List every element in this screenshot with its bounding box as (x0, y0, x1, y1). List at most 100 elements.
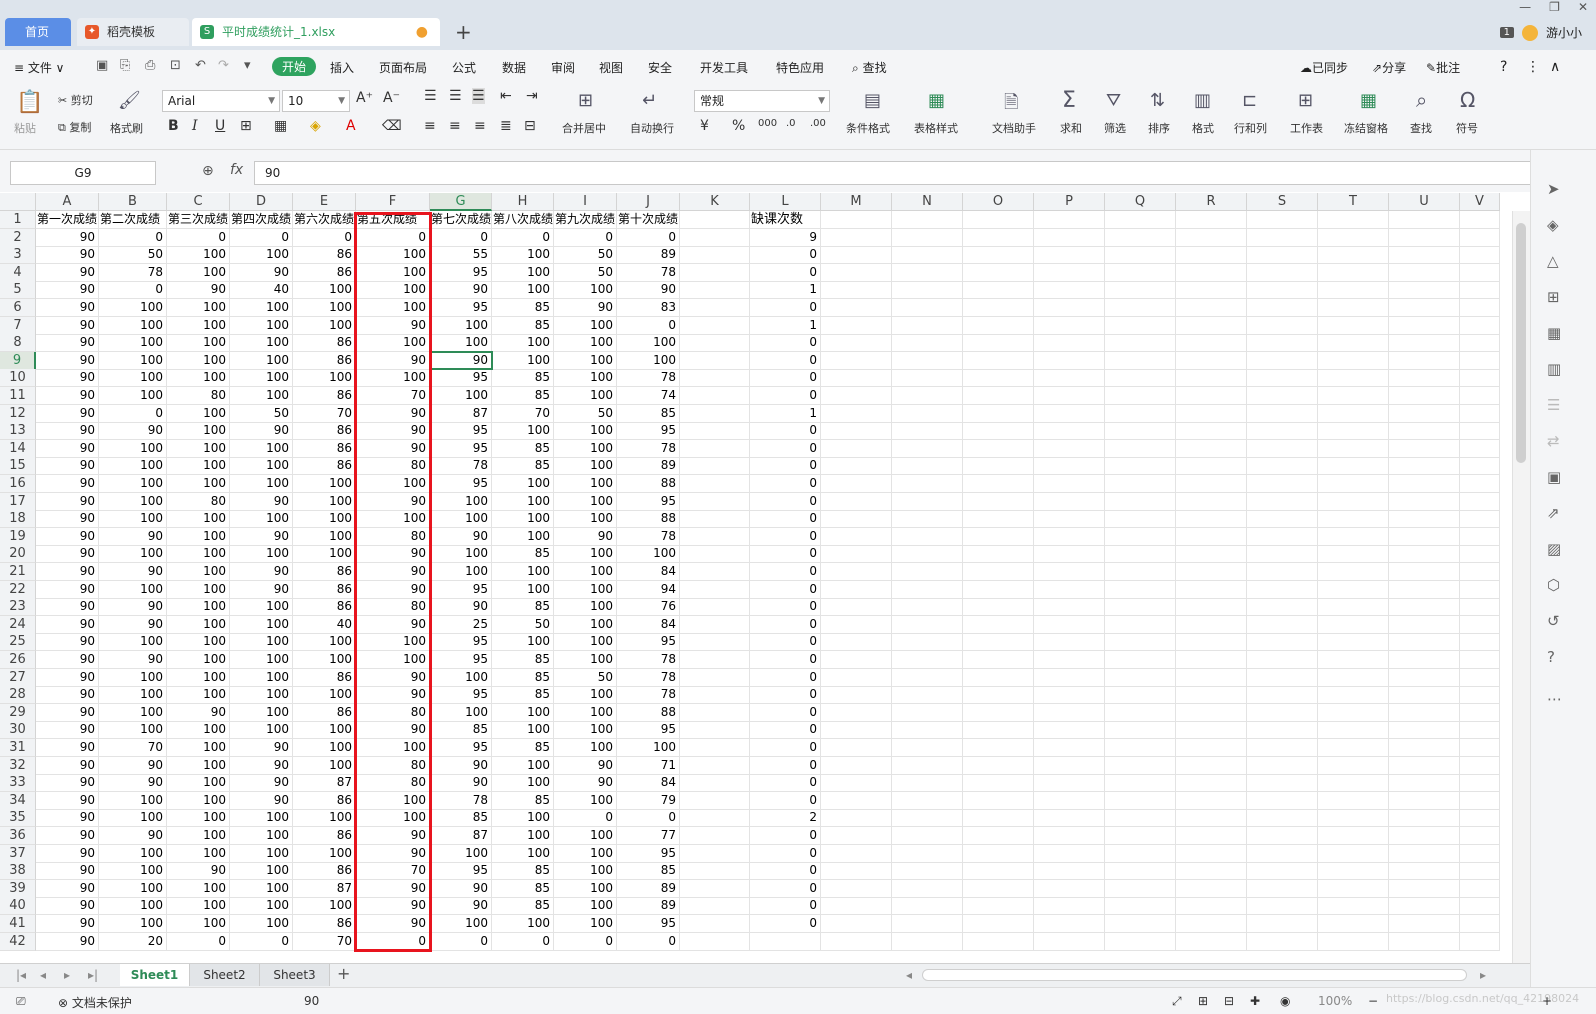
table-cell[interactable] (680, 299, 750, 317)
table-cell[interactable]: 100 (492, 527, 554, 546)
table-cell[interactable] (821, 422, 892, 441)
table-cell[interactable] (821, 369, 892, 388)
table-cell[interactable]: 95 (430, 651, 492, 669)
table-cell[interactable] (1176, 651, 1247, 669)
table-cell[interactable]: 90 (36, 334, 99, 353)
table-cell[interactable] (1318, 862, 1389, 881)
table-cell[interactable] (1318, 897, 1389, 916)
table-cell[interactable] (1034, 739, 1105, 757)
table-cell[interactable]: 100 (430, 334, 492, 353)
header-cell[interactable] (680, 211, 750, 229)
table-cell[interactable]: 100 (167, 369, 230, 388)
table-cell[interactable]: 90 (356, 404, 430, 423)
table-cell[interactable] (1247, 527, 1318, 546)
table-cell[interactable]: 100 (554, 369, 617, 388)
table-cell[interactable] (1176, 580, 1247, 599)
table-cell[interactable] (1247, 598, 1318, 617)
table-cell[interactable] (1318, 299, 1389, 317)
table-cell[interactable]: 90 (430, 527, 492, 546)
table-cell[interactable] (1318, 615, 1389, 634)
table-cell[interactable] (1176, 686, 1247, 705)
table-cell[interactable] (680, 422, 750, 441)
table-cell[interactable]: 85 (492, 651, 554, 669)
table-cell[interactable] (963, 439, 1034, 458)
column-header-g[interactable]: G (430, 193, 492, 211)
table-cell[interactable] (1389, 299, 1460, 317)
table-cell[interactable]: 90 (554, 774, 617, 793)
table-cell[interactable] (1247, 299, 1318, 317)
table-cell[interactable]: 86 (293, 703, 356, 722)
table-cell[interactable]: 70 (293, 404, 356, 423)
header-cell[interactable]: 第三次成绩 (167, 211, 230, 229)
table-cell[interactable] (1318, 369, 1389, 388)
table-cell[interactable] (1318, 334, 1389, 353)
align-left-icon[interactable]: ≡ (424, 118, 436, 134)
table-cell[interactable]: 85 (430, 809, 492, 828)
table-cell[interactable] (963, 827, 1034, 845)
table-cell[interactable]: 100 (293, 545, 356, 564)
table-cell[interactable] (821, 721, 892, 740)
menu-special[interactable]: 特色应用 (776, 59, 824, 76)
table-cell[interactable]: 100 (167, 299, 230, 317)
backup-icon[interactable]: ⬡ (1547, 576, 1560, 594)
align-top-icon[interactable]: ☰ (424, 88, 437, 104)
table-cell[interactable] (1105, 897, 1176, 916)
table-cell[interactable]: 9 (750, 228, 821, 247)
sort-label[interactable]: 排序 (1148, 120, 1170, 136)
table-cell[interactable]: 90 (356, 721, 430, 740)
row-header[interactable]: 2 (0, 228, 36, 247)
table-cell[interactable]: 90 (356, 897, 430, 916)
table-cell[interactable]: 100 (167, 827, 230, 845)
table-cell[interactable] (680, 369, 750, 388)
table-cell[interactable] (1034, 897, 1105, 916)
table-cell[interactable]: 79 (617, 791, 680, 810)
table-cell[interactable] (1389, 475, 1460, 493)
table-cell[interactable]: 100 (99, 492, 167, 511)
table-cell[interactable]: 100 (617, 351, 680, 370)
table-cell[interactable] (1460, 862, 1500, 881)
table-cell[interactable] (1318, 580, 1389, 599)
table-cell[interactable]: 85 (492, 439, 554, 458)
currency-icon[interactable]: ¥ (700, 118, 709, 134)
table-cell[interactable] (963, 739, 1034, 757)
table-cell[interactable]: 0 (750, 457, 821, 476)
table-cell[interactable]: 100 (293, 475, 356, 493)
table-cell[interactable] (821, 263, 892, 282)
table-cell[interactable] (892, 633, 963, 652)
table-cell[interactable] (1176, 422, 1247, 441)
column-header-q[interactable]: Q (1105, 193, 1176, 211)
table-cell[interactable] (892, 316, 963, 335)
table-cell[interactable]: 90 (36, 263, 99, 282)
table-cell[interactable]: 25 (430, 615, 492, 634)
table-cell[interactable]: 90 (356, 351, 430, 370)
table-cell[interactable] (1389, 651, 1460, 669)
table-cell[interactable] (1105, 809, 1176, 828)
table-cell[interactable] (1247, 844, 1318, 863)
table-cell[interactable] (1460, 316, 1500, 335)
table-cell[interactable]: 100 (230, 457, 293, 476)
fill-color-icon[interactable]: ◈ (310, 118, 321, 134)
menu-formula[interactable]: 公式 (452, 59, 476, 76)
table-cell[interactable]: 50 (554, 404, 617, 423)
menu-review[interactable]: 审阅 (551, 59, 575, 76)
table-cell[interactable]: 100 (293, 299, 356, 317)
menu-start[interactable]: 开始 (272, 57, 317, 76)
table-cell[interactable] (963, 422, 1034, 441)
table-cell[interactable] (680, 563, 750, 581)
shape-icon[interactable]: ◈ (1547, 216, 1559, 234)
table-cell[interactable] (1318, 774, 1389, 793)
row-header[interactable]: 23 (0, 598, 36, 617)
table-cell[interactable]: 100 (230, 879, 293, 898)
sync-status[interactable]: ☁已同步 (1300, 59, 1348, 76)
table-cell[interactable] (1247, 334, 1318, 353)
zoom-icon[interactable]: ⊕ (202, 163, 214, 179)
table-cell[interactable] (1318, 475, 1389, 493)
table-cell[interactable] (1034, 703, 1105, 722)
table-cell[interactable]: 80 (356, 457, 430, 476)
table-cell[interactable]: 100 (167, 263, 230, 282)
column-header-m[interactable]: M (821, 193, 892, 211)
decrease-indent-icon[interactable]: ⇤ (500, 88, 512, 104)
table-cell[interactable] (680, 809, 750, 828)
table-cell[interactable] (750, 932, 821, 951)
format-painter-label[interactable]: 格式刷 (110, 120, 143, 136)
